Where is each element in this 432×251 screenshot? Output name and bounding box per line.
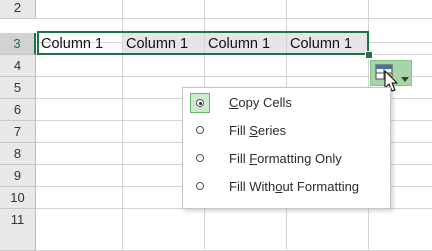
row-header[interactable]: 9 (0, 165, 36, 187)
row-header[interactable]: 7 (0, 121, 36, 143)
fill-handle[interactable] (365, 51, 373, 59)
radio-selected[interactable] (190, 93, 210, 113)
radio-button[interactable] (196, 182, 204, 190)
chevron-down-icon (401, 70, 409, 88)
menu-item-fill-series[interactable]: Fill Series (184, 118, 389, 144)
menu-item-label: Fill Formatting Only (229, 151, 342, 166)
cell[interactable]: Column 1 (287, 33, 367, 55)
row-header[interactable]: 6 (0, 99, 36, 121)
menu-item-label: Fill Without Formatting (229, 179, 360, 194)
cell[interactable]: Column 1 (205, 33, 286, 55)
row-header[interactable]: 2 (0, 0, 36, 19)
menu-item-fill-formatting-only[interactable]: Fill Formatting Only (184, 146, 389, 172)
menu-item-fill-without-formatting[interactable]: Fill Without Formatting (184, 174, 389, 200)
radio-dot-icon (196, 99, 204, 107)
row-header[interactable]: 4 (0, 55, 36, 77)
sheet-row: 11 (0, 209, 432, 251)
menu-item-copy-cells[interactable]: Copy Cells (184, 90, 389, 116)
autofill-options-menu: Copy Cells Fill Series Fill Formatting O… (182, 87, 391, 209)
cell[interactable]: Column 1 (123, 33, 204, 55)
menu-item-label: Fill Series (229, 123, 287, 138)
radio-button[interactable] (196, 154, 204, 162)
row-header[interactable]: 10 (0, 187, 36, 209)
row-header[interactable]: 8 (0, 143, 36, 165)
menu-item-label: Copy Cells (229, 95, 292, 110)
cell[interactable]: Column 1 (38, 33, 122, 55)
radio-button[interactable] (196, 126, 204, 134)
row-header[interactable]: 3 (0, 33, 36, 55)
row-header[interactable]: 11 (0, 209, 36, 251)
sheet-row: 2 (0, 0, 432, 19)
row-header[interactable]: 5 (0, 77, 36, 99)
